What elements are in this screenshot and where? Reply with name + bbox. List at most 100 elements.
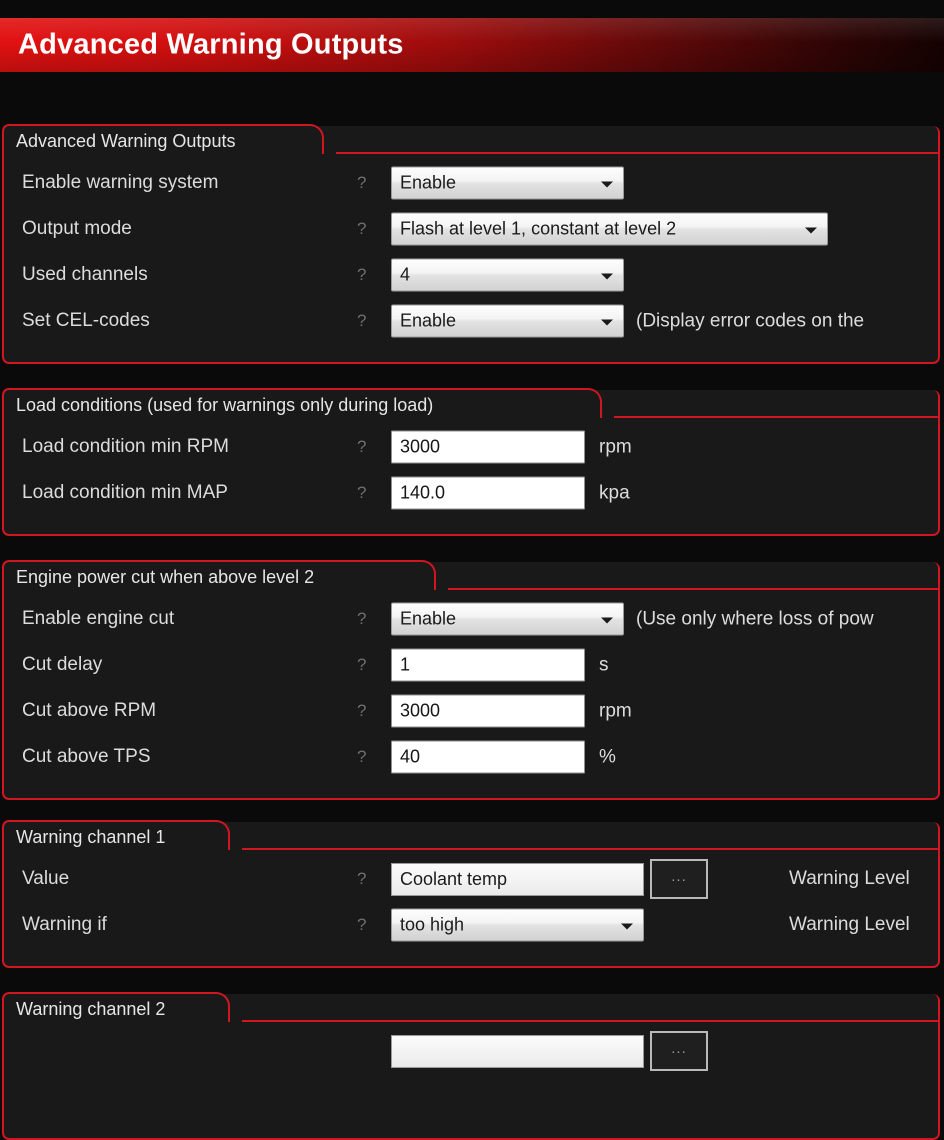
- chevron-down-icon: [621, 923, 633, 929]
- browse-button-label: ...: [671, 1039, 687, 1057]
- row-cut-above-rpm: Cut above RPM ? 3000 rpm: [4, 688, 938, 734]
- row-warning-channel-1-warning-if: Warning if ? too high Warning Level: [4, 902, 938, 948]
- enable-warning-system-dropdown[interactable]: Enable: [391, 166, 624, 200]
- warning-channel-1-condition-dropdown[interactable]: too high: [391, 908, 644, 942]
- unit-label: kpa: [599, 482, 630, 503]
- dropdown-value: Flash at level 1, constant at level 2: [400, 218, 677, 239]
- cut-above-tps-input[interactable]: 40: [391, 740, 585, 774]
- row-label: Load condition min MAP: [22, 482, 228, 503]
- help-icon[interactable]: ?: [357, 437, 366, 457]
- control-group: too high: [391, 908, 644, 942]
- control-group: 3000 rpm: [391, 430, 632, 464]
- help-icon[interactable]: ?: [357, 265, 366, 285]
- control-group: ...: [391, 1031, 708, 1071]
- help-icon[interactable]: ?: [357, 701, 366, 721]
- row-warning-channel-1-value: Value ? Coolant temp ... Warning Level: [4, 856, 938, 902]
- help-icon[interactable]: ?: [357, 609, 366, 629]
- help-icon[interactable]: ?: [357, 483, 366, 503]
- chevron-down-icon: [601, 319, 613, 325]
- set-cel-codes-hint: (Display error codes on the: [636, 310, 865, 331]
- warning-channel-1-value-input[interactable]: Coolant temp: [391, 862, 644, 896]
- group-warning-channel-2: Warning channel 2 ...: [2, 992, 940, 1140]
- row-label: Warning if: [22, 914, 107, 935]
- row-label: Enable engine cut: [22, 608, 175, 629]
- browse-button-label: ...: [671, 867, 687, 885]
- unit-label: rpm: [599, 700, 632, 721]
- used-channels-dropdown[interactable]: 4: [391, 258, 624, 292]
- help-icon[interactable]: ?: [357, 173, 366, 193]
- row-label: Set CEL-codes: [22, 310, 150, 331]
- group-load-conditions: Load conditions (used for warnings only …: [2, 388, 940, 536]
- row-label: Cut above RPM: [22, 700, 157, 721]
- row-warning-channel-2-value: ...: [4, 1028, 938, 1074]
- unit-label: %: [599, 746, 616, 767]
- help-icon[interactable]: ?: [357, 655, 366, 675]
- group-warning-channel-1: Warning channel 1 Value ? Coolant temp .…: [2, 820, 940, 968]
- group-advanced-warning-outputs: Advanced Warning Outputs Enable warning …: [2, 124, 940, 364]
- row-cut-above-tps: Cut above TPS ? 40 %: [4, 734, 938, 780]
- help-icon[interactable]: ?: [357, 311, 366, 331]
- control-group: Enable (Display error codes on the: [391, 304, 865, 338]
- dropdown-value: 4: [400, 264, 411, 285]
- row-enable-engine-cut: Enable engine cut ? Enable (Use only whe…: [4, 596, 938, 642]
- set-cel-codes-dropdown[interactable]: Enable: [391, 304, 624, 338]
- group-body: ...: [4, 994, 938, 1074]
- row-label: Cut above TPS: [22, 746, 151, 767]
- control-group: 3000 rpm: [391, 694, 632, 728]
- input-value: 140.0: [400, 482, 446, 503]
- input-value: 1: [400, 654, 411, 675]
- row-output-mode: Output mode ? Flash at level 1, constant…: [4, 206, 938, 252]
- control-group: 140.0 kpa: [391, 476, 630, 510]
- dropdown-value: Enable: [400, 608, 457, 629]
- control-group: Coolant temp ...: [391, 859, 708, 899]
- group-body: Value ? Coolant temp ... Warning Level W…: [4, 822, 938, 948]
- enable-engine-cut-hint: (Use only where loss of pow: [636, 608, 874, 629]
- control-group: Enable: [391, 166, 624, 200]
- page-header-bar: Advanced Warning Outputs: [0, 18, 944, 72]
- control-group: 40 %: [391, 740, 616, 774]
- unit-label: rpm: [599, 436, 632, 457]
- row-enable-warning-system: Enable warning system ? Enable: [4, 160, 938, 206]
- output-mode-dropdown[interactable]: Flash at level 1, constant at level 2: [391, 212, 828, 246]
- row-label: Value: [22, 868, 70, 889]
- dropdown-value: Enable: [400, 172, 457, 193]
- input-value: 3000: [400, 700, 441, 721]
- help-icon[interactable]: ?: [357, 869, 366, 889]
- input-value: Coolant temp: [400, 868, 508, 889]
- row-set-cel-codes: Set CEL-codes ? Enable (Display error co…: [4, 298, 938, 344]
- warning-level-label: Warning Level: [789, 914, 910, 935]
- control-group: 1 s: [391, 648, 609, 682]
- row-label: Used channels: [22, 264, 148, 285]
- row-label: Enable warning system: [22, 172, 219, 193]
- chevron-down-icon: [601, 181, 613, 187]
- group-engine-power-cut: Engine power cut when above level 2 Enab…: [2, 560, 940, 800]
- chevron-down-icon: [601, 617, 613, 623]
- group-body: Load condition min RPM ? 3000 rpm Load c…: [4, 390, 938, 516]
- warning-channel-1-browse-button[interactable]: ...: [650, 859, 708, 899]
- page-title: Advanced Warning Outputs: [18, 28, 404, 61]
- warning-channel-2-value-input[interactable]: [391, 1034, 644, 1068]
- warning-level-label: Warning Level: [789, 868, 910, 889]
- control-group: Flash at level 1, constant at level 2: [391, 212, 828, 246]
- enable-engine-cut-dropdown[interactable]: Enable: [391, 602, 624, 636]
- chevron-down-icon: [601, 273, 613, 279]
- row-load-condition-min-rpm: Load condition min RPM ? 3000 rpm: [4, 424, 938, 470]
- input-value: 40: [400, 746, 421, 767]
- warning-channel-2-browse-button[interactable]: ...: [650, 1031, 708, 1071]
- control-group: 4: [391, 258, 624, 292]
- cut-above-rpm-input[interactable]: 3000: [391, 694, 585, 728]
- dropdown-value: too high: [400, 914, 465, 935]
- load-condition-min-rpm-input[interactable]: 3000: [391, 430, 585, 464]
- row-load-condition-min-map: Load condition min MAP ? 140.0 kpa: [4, 470, 938, 516]
- row-label: Load condition min RPM: [22, 436, 229, 457]
- load-condition-min-map-input[interactable]: 140.0: [391, 476, 585, 510]
- cut-delay-input[interactable]: 1: [391, 648, 585, 682]
- help-icon[interactable]: ?: [357, 219, 366, 239]
- help-icon[interactable]: ?: [357, 915, 366, 935]
- input-value: 3000: [400, 436, 441, 457]
- help-icon[interactable]: ?: [357, 747, 366, 767]
- unit-label: s: [599, 654, 609, 675]
- dropdown-value: Enable: [400, 310, 457, 331]
- group-body: Enable warning system ? Enable Output mo…: [4, 126, 938, 344]
- control-group: Enable (Use only where loss of pow: [391, 602, 874, 636]
